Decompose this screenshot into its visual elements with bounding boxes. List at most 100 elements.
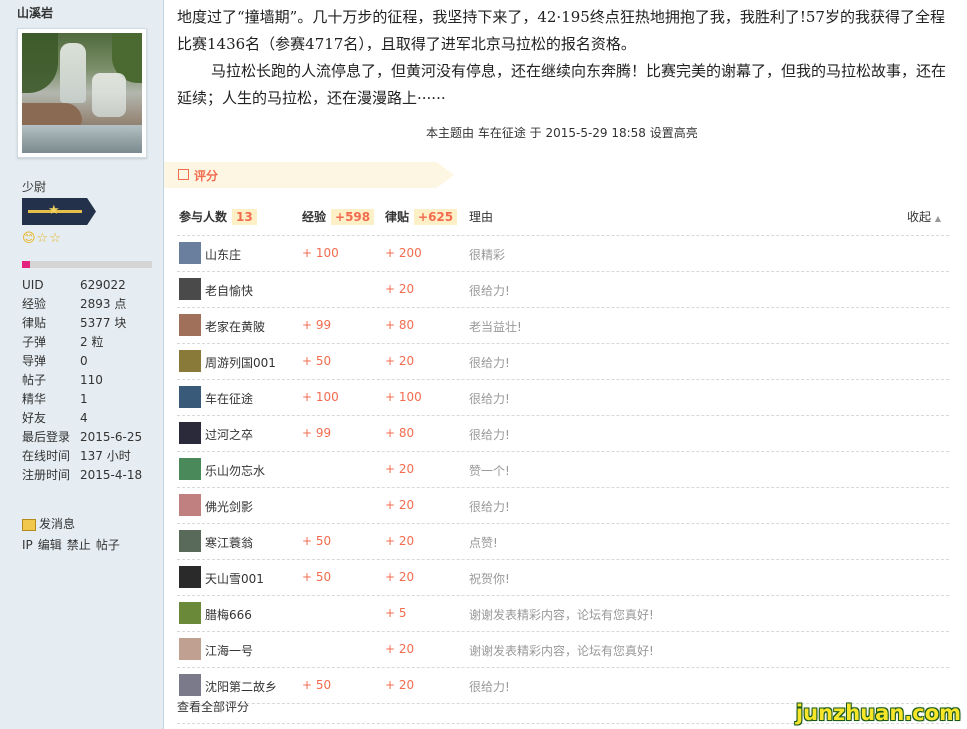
article-paragraph: 马拉松长跑的人流停息了，但黄河没有停息，还在继续向东奔腾！比赛完美的谢幕了，但我…: [177, 62, 947, 107]
rater-name[interactable]: 周游列国001: [205, 354, 276, 371]
rater-avatar[interactable]: [179, 638, 201, 660]
rater-avatar[interactable]: [179, 242, 201, 264]
checkbox-square-icon: [178, 169, 189, 180]
rater-avatar[interactable]: [179, 494, 201, 516]
rating-row: 过河之卒 + 99 + 80 很给力!: [177, 416, 949, 452]
reason-text: 很给力!: [469, 428, 510, 442]
exp-label: 经验: [302, 210, 327, 224]
stat-row: 在线时间 137 小时: [22, 447, 142, 466]
article-paragraph: 地度过了“撞墙期”。几十万步的征程，我坚持下来了，42·195终点狂热地拥抱了我…: [177, 8, 945, 53]
post-total: +625: [414, 209, 458, 225]
rater-name[interactable]: 腊梅666: [205, 606, 252, 623]
participants-label: 参与人数: [179, 210, 228, 224]
post-value: + 20: [385, 354, 415, 368]
post-value: + 200: [385, 246, 422, 260]
exp-value: + 99: [302, 318, 332, 332]
post-value: + 20: [385, 282, 415, 296]
admin-link[interactable]: 编辑: [38, 538, 62, 552]
rater-name[interactable]: 乐山勿忘水: [205, 462, 265, 479]
exp-total: +598: [331, 209, 375, 225]
post-value: + 20: [385, 678, 415, 692]
post-value: + 20: [385, 570, 415, 584]
rater-name[interactable]: 沈阳第二故乡: [205, 678, 277, 695]
stat-row: 最后登录 2015-6-25: [22, 428, 142, 447]
admin-link[interactable]: 禁止: [67, 538, 91, 552]
collapse-label[interactable]: 收起: [907, 210, 931, 224]
stat-label: 注册时间: [22, 468, 71, 482]
stat-value: 5377 块: [80, 316, 127, 330]
stat-label: UID: [22, 278, 44, 292]
post-value: + 100: [385, 390, 422, 404]
participants-header: 参与人数 13: [179, 204, 257, 230]
reason-text: 很给力!: [469, 500, 510, 514]
admin-link[interactable]: 帖子: [96, 538, 120, 552]
exp-value: + 50: [302, 678, 332, 692]
rating-row: 江海一号 + 20 谢谢发表精彩内容，论坛有您真好!: [177, 632, 949, 668]
stat-value: 0: [80, 354, 88, 368]
level-stars-icon: 😊☆☆: [22, 231, 62, 246]
rater-name[interactable]: 车在征途: [205, 390, 253, 407]
exp-value: + 99: [302, 426, 332, 440]
rating-row: 乐山勿忘水 + 20 赞一个!: [177, 452, 949, 488]
rater-avatar[interactable]: [179, 530, 201, 552]
rater-name[interactable]: 江海一号: [205, 642, 253, 659]
rank-badge-icon: ★: [22, 198, 96, 225]
rater-avatar[interactable]: [179, 422, 201, 444]
rating-row: 山东庄 + 100 + 200 很精彩: [177, 236, 949, 272]
post-value: + 20: [385, 498, 415, 512]
rater-avatar[interactable]: [179, 458, 201, 480]
post-value: + 80: [385, 318, 415, 332]
stat-value: 2015-4-18: [80, 468, 143, 482]
exp-value: + 100: [302, 246, 339, 260]
exp-value: + 50: [302, 570, 332, 584]
rating-section-header: 评分: [164, 162, 454, 188]
stat-label: 子弹: [22, 335, 47, 349]
stat-value: 137 小时: [80, 449, 131, 463]
rater-name[interactable]: 天山雪001: [205, 570, 264, 587]
send-message-link[interactable]: 发消息: [22, 515, 75, 532]
rating-row: 周游列国001 + 50 + 20 很给力!: [177, 344, 949, 380]
user-avatar[interactable]: [17, 28, 147, 158]
stat-label: 经验: [22, 297, 47, 311]
admin-link[interactable]: IP: [22, 538, 33, 552]
rating-row: 沈阳第二故乡 + 50 + 20 很给力!: [177, 668, 949, 704]
rater-name[interactable]: 老自愉快: [205, 282, 253, 299]
exp-value: + 100: [302, 390, 339, 404]
stat-label: 精华: [22, 392, 47, 406]
reason-text: 很精彩: [469, 248, 506, 262]
article-body: 地度过了“撞墙期”。几十万步的征程，我坚持下来了，42·195终点狂热地拥抱了我…: [177, 4, 947, 112]
reason-text: 老当益壮!: [469, 320, 522, 334]
username[interactable]: 山溪岩: [17, 4, 53, 21]
rater-avatar[interactable]: [179, 350, 201, 372]
stat-label: 好友: [22, 411, 47, 425]
rater-avatar[interactable]: [179, 674, 201, 696]
admin-links: IP 编辑 禁止 帖子: [22, 536, 125, 553]
stat-row: 导弹 0: [22, 352, 142, 371]
collapse-button[interactable]: 收起 ▲: [907, 204, 941, 232]
send-message-label[interactable]: 发消息: [39, 517, 75, 531]
stat-row: 律贴 5377 块: [22, 314, 142, 333]
rater-avatar[interactable]: [179, 602, 201, 624]
exp-header: 经验 +598: [302, 204, 375, 230]
reason-text: 很给力!: [469, 284, 510, 298]
stat-row: 帖子 110: [22, 371, 142, 390]
post-label: 律贴: [385, 210, 410, 224]
reason-text: 赞一个!: [469, 464, 510, 478]
rater-avatar[interactable]: [179, 278, 201, 300]
view-all-ratings-link[interactable]: 查看全部评分: [177, 698, 249, 715]
participants-count: 13: [232, 209, 257, 225]
progress-fill: [22, 261, 30, 268]
post-header: 律贴 +625: [385, 204, 458, 230]
rater-name[interactable]: 山东庄: [205, 246, 241, 263]
stat-value: 2893 点: [80, 297, 127, 311]
rater-name[interactable]: 老家在黄陂: [205, 318, 265, 335]
rater-avatar[interactable]: [179, 566, 201, 588]
site-watermark: junzhuan.com: [795, 701, 961, 725]
rater-name[interactable]: 寒江蓑翁: [205, 534, 253, 551]
rater-avatar[interactable]: [179, 386, 201, 408]
rater-name[interactable]: 过河之卒: [205, 426, 253, 443]
rater-avatar[interactable]: [179, 314, 201, 336]
rater-name[interactable]: 佛光剑影: [205, 498, 253, 515]
stat-row: 好友 4: [22, 409, 142, 428]
stat-label: 帖子: [22, 373, 47, 387]
